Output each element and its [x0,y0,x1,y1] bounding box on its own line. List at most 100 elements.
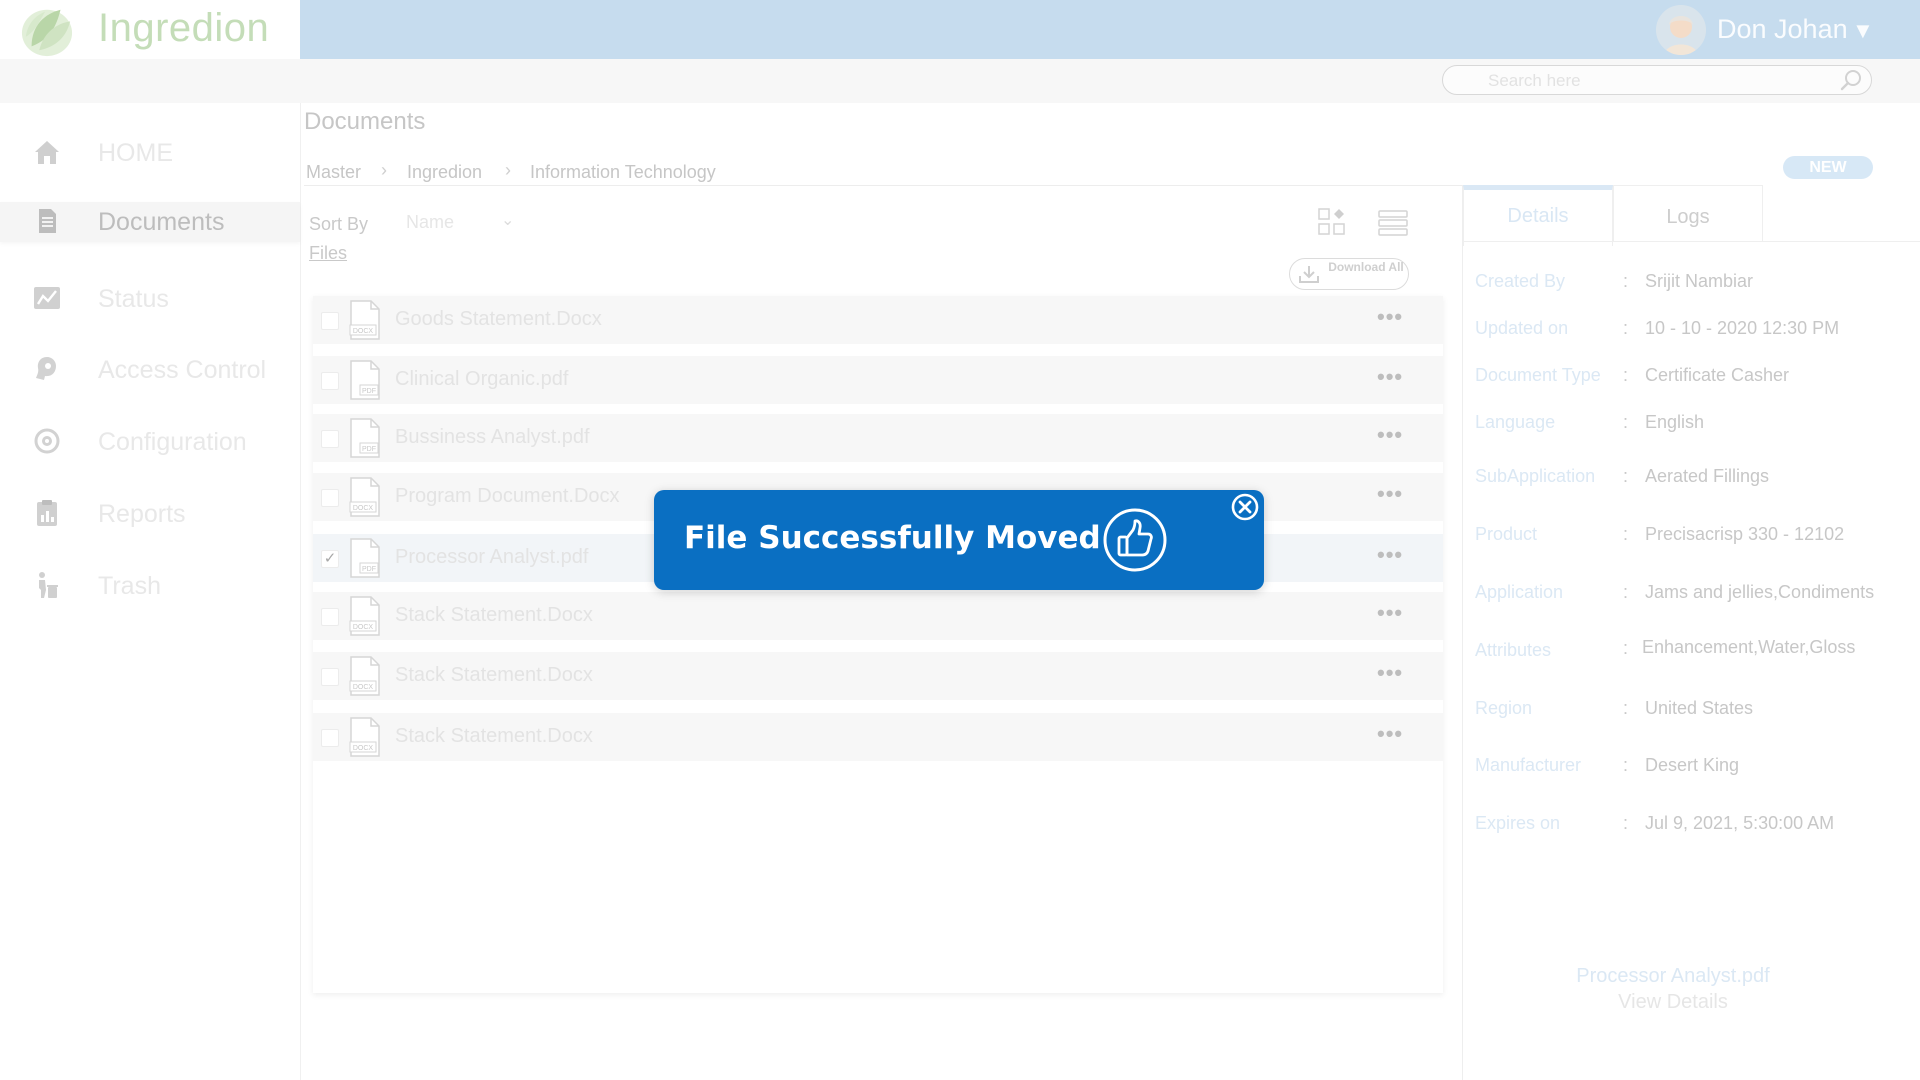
file-checkbox[interactable] [321,372,339,390]
more-options-icon[interactable]: ••• [1377,600,1403,626]
breadcrumb-master[interactable]: Master [306,162,361,183]
trash-person-icon [39,572,58,598]
detail-key: Created By [1475,271,1566,291]
view-details-link[interactable]: View Details [1463,991,1883,1014]
more-options-icon[interactable]: ••• [1377,660,1403,686]
tab-divider [1463,241,1920,242]
detail-value: 10 - 10 - 2020 12:30 PM [1645,318,1840,338]
file-row[interactable]: DOCX Stack Statement.Docx ••• [313,652,1443,700]
sidebar-item-trash[interactable]: Trash [0,566,300,606]
list-view-icon[interactable] [1378,209,1408,237]
preview-file-name[interactable]: Processor Analyst.pdf [1463,965,1883,988]
file-checkbox[interactable] [321,729,339,747]
files-tab[interactable]: Files [309,243,347,264]
file-row[interactable]: PDF Clinical Organic.pdf ••• [313,356,1443,404]
detail-colon: : [1623,638,1629,658]
file-name: Bussiness Analyst.pdf [395,426,590,448]
detail-key: Language [1475,412,1556,432]
detail-colon: : [1623,466,1629,486]
success-toast: File Successfully Moved [654,490,1264,590]
file-name: Stack Statement.Docx [395,664,593,686]
detail-value: Jul 9, 2021, 5:30:00 AM [1645,813,1835,833]
sidebar-item-documents[interactable]: Documents [0,202,300,242]
logo-area: Ingredion [0,0,300,59]
detail-colon: : [1623,365,1629,385]
file-checkbox[interactable] [321,668,339,686]
sidebar-item-status[interactable]: Status [0,279,300,319]
docx-file-icon: DOCX [349,477,380,517]
detail-value: Aerated Fillings [1645,466,1770,486]
configuration-gear-icon [34,428,60,454]
svg-text:PDF: PDF [362,566,376,573]
file-row[interactable]: DOCX Goods Statement.Docx ••• [313,296,1443,344]
file-checkbox[interactable] [321,312,339,330]
user-name[interactable]: Don Johan [1717,14,1848,45]
docx-file-icon: DOCX [349,717,380,757]
file-checkbox[interactable] [321,489,339,507]
more-options-icon[interactable]: ••• [1377,304,1403,330]
search-icon[interactable] [1838,67,1864,93]
sidebar-item-configuration[interactable]: Configuration [0,422,300,462]
file-name: Processor Analyst.pdf [395,546,589,568]
avatar-person-icon [1656,5,1706,55]
sidebar-item-home[interactable]: HOME [0,133,300,173]
file-row[interactable]: DOCX Stack Statement.Docx ••• [313,592,1443,640]
user-menu-caret-icon[interactable]: ▼ [1852,18,1874,44]
brand-name: Ingredion [98,6,270,50]
file-checkbox[interactable] [321,430,339,448]
docx-file-icon: DOCX [349,300,380,340]
detail-value: Precisacrisp 330 - 12102 [1645,524,1845,544]
svg-text:DOCX: DOCX [353,745,374,752]
detail-value: Srijit Nambiar [1645,271,1754,291]
detail-value: Certificate Casher [1645,365,1790,385]
more-options-icon[interactable]: ••• [1377,422,1403,448]
file-checkbox[interactable] [321,608,339,626]
grid-view-icon[interactable] [1318,208,1346,236]
close-icon[interactable] [1231,493,1259,521]
sidebar-item-reports[interactable]: Reports [0,494,300,534]
search-input[interactable] [1486,70,1820,92]
sidebar-item-label: Status [98,285,169,313]
svg-text:DOCX: DOCX [353,684,374,691]
sidebar-item-label: HOME [98,139,173,167]
detail-key: Product [1475,524,1538,544]
sort-select[interactable]: Name [406,212,454,233]
more-options-icon[interactable]: ••• [1377,481,1403,507]
breadcrumb-separator-icon: › [381,160,387,180]
detail-key: Region [1475,698,1533,718]
breadcrumb-ingredion[interactable]: Ingredion [407,162,482,183]
status-chart-icon [34,287,60,309]
pdf-file-icon: PDF [350,538,380,578]
sidebar-item-label: Documents [98,208,225,236]
download-icon [1299,266,1319,283]
sidebar-item-label: Trash [98,572,161,600]
detail-key: Attributes [1475,640,1552,660]
more-options-icon[interactable]: ••• [1377,364,1403,390]
sidebar: HOME Documents Status Access Control Con… [0,103,301,1080]
detail-value: English [1645,412,1705,432]
home-icon [35,141,59,164]
file-row[interactable]: PDF Bussiness Analyst.pdf ••• [313,414,1443,462]
pdf-file-icon: PDF [350,360,380,400]
chevron-down-icon[interactable]: ⌄ [501,210,514,230]
access-control-icon [36,357,56,380]
file-row[interactable]: DOCX Stack Statement.Docx ••• [313,713,1443,761]
docx-file-icon: DOCX [349,656,380,696]
file-checkbox-checked[interactable]: ✓ [321,550,339,568]
tab-logs[interactable]: Logs [1613,185,1763,242]
more-options-icon[interactable]: ••• [1377,721,1403,747]
new-button[interactable]: NEW [1783,156,1873,179]
user-avatar[interactable] [1656,5,1706,55]
sidebar-item-access-control[interactable]: Access Control [0,350,300,390]
download-all-button[interactable]: Download All [1289,258,1409,290]
file-name: Stack Statement.Docx [395,604,593,626]
document-icon [39,209,56,233]
tab-details[interactable]: Details [1463,185,1613,246]
details-panel: Details Logs Created By : Srijit Nambiar… [1462,185,1920,1080]
detail-colon: : [1623,698,1629,718]
file-list: DOCX Goods Statement.Docx ••• PDF Clinic… [313,296,1443,993]
more-options-icon[interactable]: ••• [1377,542,1403,568]
detail-value: Jams and jellies,Condiments [1645,582,1875,602]
breadcrumb-information-technology[interactable]: Information Technology [530,162,716,183]
detail-colon: : [1623,271,1629,291]
